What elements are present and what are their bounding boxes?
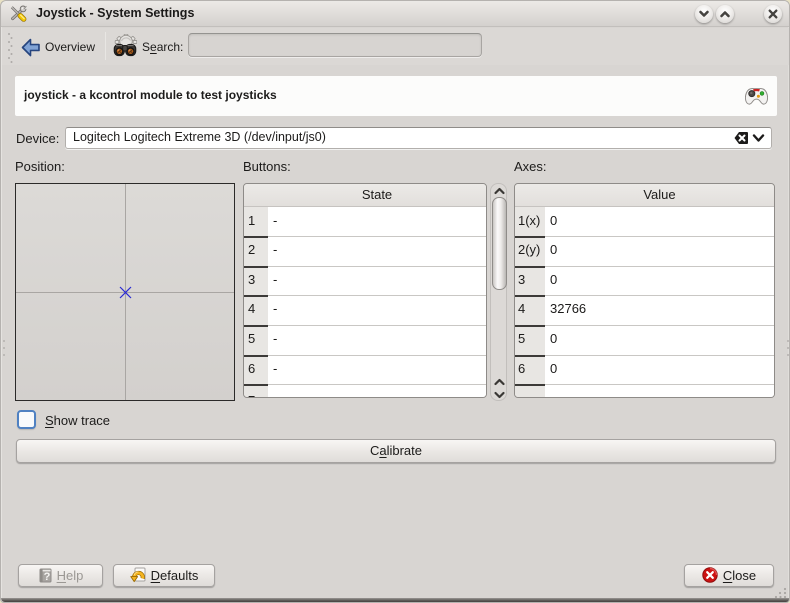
svg-text:?: ?: [43, 571, 50, 583]
